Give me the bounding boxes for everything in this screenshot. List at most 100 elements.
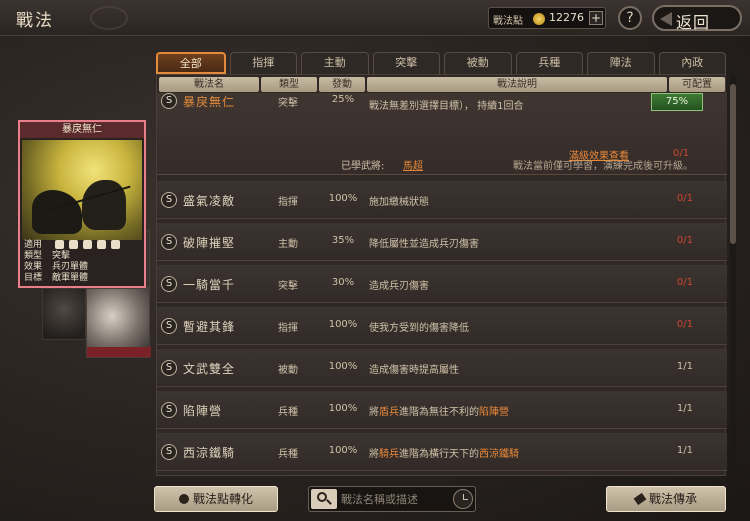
- tactic-name: 文武雙全: [183, 362, 236, 376]
- cavalry-icon: [54, 240, 64, 249]
- desc-part: 進階為橫行天下的: [399, 449, 479, 460]
- tactic-rate: 25%: [331, 94, 355, 105]
- s-rank-badge: S: [161, 93, 177, 109]
- convert-label: 戰法點轉化: [192, 492, 253, 506]
- desc-highlight: 騎兵: [379, 449, 399, 460]
- shield-icon: [68, 240, 78, 249]
- learned-generals-row: 已學武將: 馬超 戰法當前僅可學習，演練完成後可升級。: [157, 161, 727, 177]
- bow-icon: [82, 240, 92, 249]
- tab-6[interactable]: 陣法: [587, 52, 655, 74]
- tactic-type: 指揮: [278, 323, 298, 334]
- tactic-rate: 100%: [328, 361, 358, 372]
- history-clock-icon[interactable]: [453, 489, 473, 509]
- col-header-desc: 戰法說明: [367, 77, 667, 92]
- search-icon[interactable]: [311, 489, 337, 509]
- back-arrow-icon: [660, 12, 672, 26]
- tactic-row[interactable]: S 文武雙全 被動 100% 造成傷害時提高屬性 1/1: [157, 349, 727, 387]
- tactic-name: 西涼鐵騎: [183, 446, 236, 460]
- learned-general-link[interactable]: 馬超: [403, 157, 423, 172]
- portrait-red-band: [87, 347, 151, 357]
- top-bar: 戰法 戰法點 12276 + ? 返回: [0, 0, 750, 36]
- tactic-name: 破陣摧堅: [183, 236, 236, 250]
- general-portrait-thumb[interactable]: [42, 288, 86, 340]
- card-key-apply: 適用: [24, 240, 43, 250]
- help-button[interactable]: ?: [618, 6, 642, 30]
- tactic-count: 0/1: [676, 235, 693, 246]
- convert-points-button[interactable]: 戰法點轉化: [154, 486, 278, 512]
- card-title: 暴戾無仁: [20, 122, 144, 138]
- swirl-ornament-icon: [90, 6, 128, 30]
- tactic-name: 暴戾無仁: [183, 95, 236, 109]
- tactic-row[interactable]: S 盛氣凌敵 指揮 100% 施加繳械狀態 0/1: [157, 181, 727, 219]
- tactic-type: 主動: [278, 239, 298, 250]
- s-rank-badge: S: [161, 192, 177, 208]
- learned-note: 戰法當前僅可學習，演練完成後可升級。: [513, 161, 693, 172]
- tactic-count: 0/1: [676, 277, 693, 288]
- tactic-name: 陷陣營: [183, 404, 223, 418]
- points-label: 戰法點: [493, 16, 523, 27]
- inherit-tactic-button[interactable]: 戰法傳承: [606, 486, 726, 512]
- tactic-row[interactable]: S 暫避其鋒 指揮 100% 使我方受到的傷害降低 0/1: [157, 307, 727, 345]
- col-header-name: 戰法名: [159, 77, 259, 92]
- card-value-target: 敵軍單體: [52, 273, 89, 283]
- tactic-type: 被動: [278, 365, 298, 376]
- tactic-row[interactable]: S 一騎當千 突擊 30% 造成兵刃傷害 0/1: [157, 265, 727, 303]
- desc-part: 將: [369, 407, 379, 418]
- tab-1[interactable]: 指揮: [229, 52, 297, 74]
- tactic-desc: 將盾兵進階為無往不利的陷陣營: [369, 403, 509, 418]
- tactic-points-display: 戰法點 12276 +: [488, 7, 606, 29]
- s-rank-badge: S: [161, 318, 177, 334]
- back-button[interactable]: 返回: [652, 5, 742, 32]
- tactic-row[interactable]: S 西涼鐵騎 兵種 100% 將騎兵進階為橫行天下的西涼鐵騎 1/1: [157, 433, 727, 471]
- page-title: 戰法: [16, 11, 54, 31]
- tactic-rate: 100%: [328, 319, 358, 330]
- tab-2[interactable]: 主動: [301, 52, 369, 74]
- inherit-label: 戰法傳承: [648, 492, 697, 506]
- desc-part: 進階為無往不利的: [399, 407, 479, 418]
- tactic-desc: 降低屬性並造成兵刃傷害: [369, 239, 479, 250]
- s-rank-badge: S: [161, 402, 177, 418]
- category-tabs: 全部 指揮 主動 突擊 被動 兵種 陣法 內政: [156, 52, 726, 74]
- tactic-count: 0/1: [676, 319, 693, 330]
- tactic-type: 指揮: [278, 197, 298, 208]
- tab-7[interactable]: 內政: [658, 52, 726, 74]
- equip-button[interactable]: 75%: [651, 93, 703, 111]
- tactic-count: 1/1: [676, 361, 693, 372]
- tactic-row[interactable]: S 陷陣營 兵種 100% 將盾兵進階為無往不利的陷陣營 1/1: [157, 391, 727, 429]
- tactic-desc: 將騎兵進階為橫行天下的西涼鐵騎: [369, 445, 519, 460]
- scrollbar[interactable]: [730, 74, 736, 476]
- card-value-type: 突擊: [52, 251, 71, 261]
- scrollbar-thumb[interactable]: [730, 84, 736, 244]
- tab-0[interactable]: 全部: [156, 52, 226, 74]
- points-value: 12276: [549, 11, 584, 24]
- tactic-rate: 35%: [331, 235, 355, 246]
- tactic-row-expanded[interactable]: S 暴戾無仁 突擊 25% 戰法無差別選擇目標）， 持續1回合 75% 滿級效果…: [157, 93, 727, 175]
- tab-4[interactable]: 被動: [444, 52, 512, 74]
- search-input[interactable]: [341, 490, 449, 508]
- tactic-desc: 施加繳械狀態: [369, 197, 429, 208]
- tactic-count: 0/1: [676, 193, 693, 204]
- tactic-count: 1/1: [676, 403, 693, 414]
- hammer-icon: [633, 492, 647, 506]
- tab-5[interactable]: 兵種: [515, 52, 583, 74]
- coin-icon: [533, 13, 545, 25]
- s-rank-badge: S: [161, 234, 177, 250]
- tactic-desc: 造成傷害時提高屬性: [369, 365, 459, 376]
- tactic-rate: 100%: [328, 445, 358, 456]
- desc-part: 將: [369, 449, 379, 460]
- tactic-type: 突擊: [278, 281, 298, 292]
- siege-icon: [110, 240, 120, 249]
- tab-3[interactable]: 突擊: [372, 52, 440, 74]
- tactic-desc: 造成兵刃傷害: [369, 281, 429, 292]
- troop-type-icons: [54, 240, 120, 249]
- learned-label: 已學武將:: [341, 161, 385, 172]
- tactic-name: 盛氣凌敵: [183, 194, 236, 208]
- col-header-type: 類型: [261, 77, 317, 92]
- tactic-rate: 100%: [328, 403, 358, 414]
- tactic-rate: 100%: [328, 193, 358, 204]
- tactic-type: 兵種: [278, 449, 298, 460]
- tactic-count: 1/1: [676, 445, 693, 456]
- general-portrait-thumb-2[interactable]: [86, 288, 151, 358]
- add-points-button[interactable]: +: [589, 11, 603, 25]
- tactic-row[interactable]: S 破陣摧堅 主動 35% 降低屬性並造成兵刃傷害 0/1: [157, 223, 727, 261]
